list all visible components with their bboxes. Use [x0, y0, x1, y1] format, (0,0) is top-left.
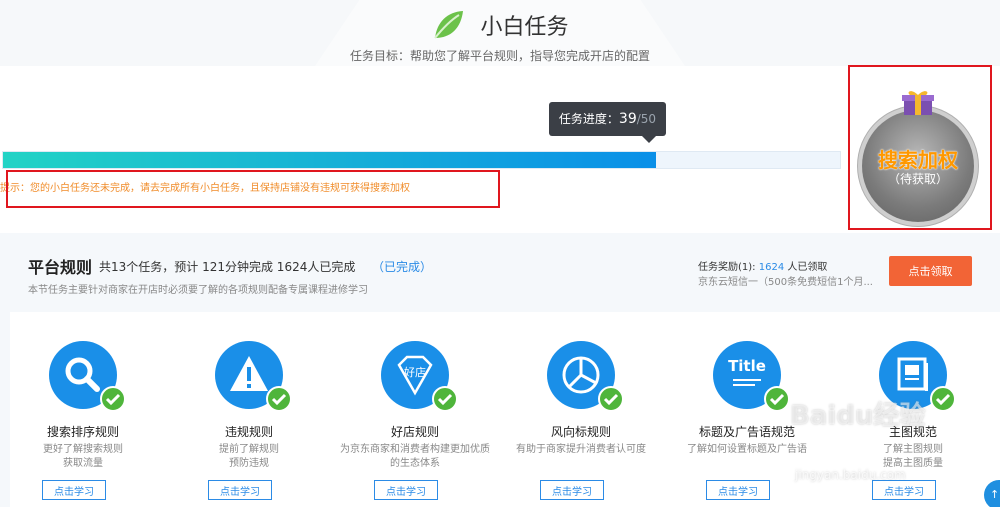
leaf-icon: [434, 11, 464, 39]
learn-button[interactable]: 点击学习: [706, 480, 770, 500]
claim-reward-button[interactable]: 点击领取: [889, 256, 972, 286]
page-subtitle: 任务目标：帮助您了解平台规则，指导您完成开店的配置: [349, 49, 650, 63]
header: 小白任务 任务目标：帮助您了解平台规则，指导您完成开店的配置: [0, 0, 1000, 66]
section-status: （已完成）: [372, 260, 433, 274]
page: 小白任务 任务目标：帮助您了解平台规则，指导您完成开店的配置 任务进度：39/5…: [0, 0, 1000, 507]
section-meta: 共13个任务，预计 121分钟完成 1624人已完成: [99, 260, 356, 274]
card-desc: 提前了解规则 预防违规: [219, 444, 279, 469]
card-desc: 了解如何设置标题及广告语: [687, 444, 807, 455]
reward-detail: 京东云短信一（500条免费短信1个月...: [698, 277, 873, 288]
page-title: 小白任务: [480, 15, 569, 40]
reward-summary: 任务奖励(1): 1624 人已领取: [698, 258, 827, 273]
progress-label: 任务进度：: [558, 112, 619, 126]
card-name: 搜索排序规则: [46, 425, 119, 439]
section-description: 本节任务主要针对商家在开店时必须要了解的各项规则配备专属课程进修学习: [28, 285, 368, 296]
check-icon: [100, 386, 126, 412]
check-icon: [764, 386, 790, 412]
learn-button[interactable]: 点击学习: [42, 480, 106, 500]
card-desc: 更好了解搜索规则 获取流量: [43, 444, 123, 469]
check-icon: [930, 386, 956, 412]
progress-tooltip: 任务进度：39/50: [549, 102, 666, 136]
learn-button[interactable]: 点击学习: [374, 480, 438, 500]
learn-button[interactable]: 点击学习: [872, 480, 936, 500]
check-icon: [598, 386, 624, 412]
card-name: 好店规则: [390, 425, 439, 439]
card-vane: 风向标规则 有助于商家提升消费者认可度 点击学习: [498, 336, 664, 507]
title-row: 小白任务: [0, 8, 1000, 42]
learn-button[interactable]: 点击学习: [540, 480, 604, 500]
reward-badge[interactable]: 搜索加权 （待获取）: [862, 110, 974, 222]
card-search-ranking: 搜索排序规则 更好了解搜索规则 获取流量 点击学习: [0, 336, 166, 507]
gift-icon: [902, 91, 934, 115]
card-good-store: 好店 好店规则 为京东商家和消费者构建更加优质 的生态体系 点击学习: [332, 336, 498, 507]
diamond-icon-text: 好店: [404, 366, 426, 379]
reward-label: 任务奖励(1):: [698, 262, 756, 273]
card-desc: 有助于商家提升消费者认可度: [516, 444, 646, 455]
card-name: 风向标规则: [550, 425, 611, 439]
section-title: 平台规则: [28, 258, 93, 277]
watermark-logo: Baidu经验: [790, 401, 926, 431]
watermark-url: jingyan.baidu.com: [795, 468, 906, 482]
tip-highlight-box: [6, 170, 500, 208]
check-icon: [432, 386, 458, 412]
check-icon: [266, 386, 292, 412]
reward-suffix: 人已领取: [787, 262, 828, 273]
progress-bar: [2, 151, 841, 169]
card-violation: 违规规则 提前了解规则 预防违规 点击学习: [166, 336, 332, 507]
learn-button[interactable]: 点击学习: [208, 480, 272, 500]
progress-fill: [3, 152, 656, 168]
progress-total: 50: [640, 112, 657, 126]
progress-current: 39: [618, 111, 637, 127]
card-desc: 了解主图规则 提高主图质量: [883, 444, 943, 469]
tooltip-arrow: [642, 136, 656, 143]
badge-status: （待获取）: [887, 172, 948, 186]
card-desc: 为京东商家和消费者构建更加优质 的生态体系: [340, 444, 490, 469]
card-name: 违规规则: [224, 425, 273, 439]
reward-count: 1624: [758, 262, 785, 273]
badge-title: 搜索加权: [878, 148, 958, 172]
